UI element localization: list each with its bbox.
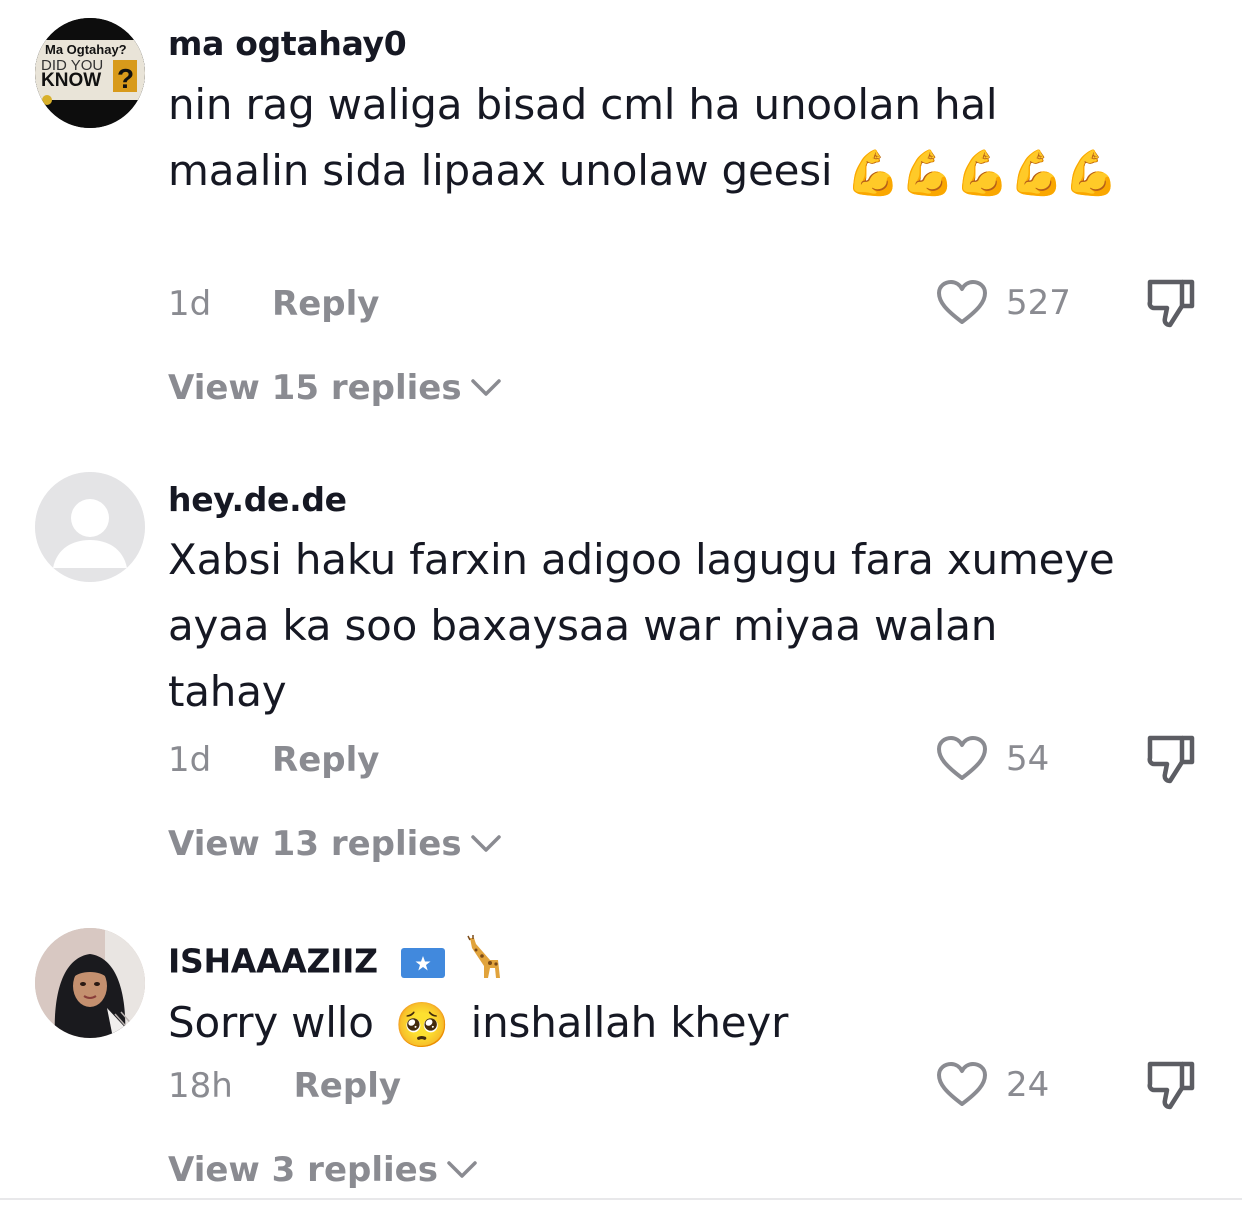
comment-meta: 18h Reply xyxy=(168,1066,401,1106)
like-button[interactable]: 24 xyxy=(936,1060,1049,1110)
username-text: ISHAAAZIIZ xyxy=(168,941,378,981)
dislike-button[interactable] xyxy=(1144,276,1198,330)
comment-body-start: Sorry wllo xyxy=(168,998,374,1047)
avatar[interactable]: Ma Ogtahay? DID YOU KNOW ? xyxy=(35,18,145,128)
username[interactable]: ma ogtahay0 xyxy=(168,24,407,63)
timestamp: 18h xyxy=(168,1066,233,1106)
like-button[interactable]: 54 xyxy=(936,734,1049,784)
avatar[interactable] xyxy=(35,928,145,1038)
logo-line1: Ma Ogtahay? xyxy=(45,42,127,57)
like-count: 24 xyxy=(1006,1065,1050,1105)
view-replies-label: View 13 replies xyxy=(168,824,462,864)
reply-button[interactable]: Reply xyxy=(272,740,379,780)
somalia-flag-icon xyxy=(400,948,445,978)
reply-button[interactable]: Reply xyxy=(272,284,379,324)
like-count: 54 xyxy=(1006,739,1050,779)
thumbs-down-icon xyxy=(1147,1061,1195,1110)
heart-outline-icon xyxy=(937,280,987,324)
flexed-biceps-emoji: 💪💪💪💪💪 xyxy=(845,147,1119,199)
view-replies-button[interactable]: View 3 replies xyxy=(168,1150,478,1190)
chevron-down-icon xyxy=(447,1161,477,1178)
timestamp: 1d xyxy=(168,740,212,780)
dislike-button[interactable] xyxy=(1144,1058,1198,1112)
divider xyxy=(0,1198,1242,1200)
pleading-face-emoji: 🥺 xyxy=(394,999,450,1051)
comment-meta: 1d Reply xyxy=(168,740,379,780)
thumbs-down-icon xyxy=(1147,279,1195,328)
view-replies-label: View 3 replies xyxy=(168,1150,438,1190)
did-you-know-logo: Ma Ogtahay? DID YOU KNOW ? xyxy=(35,18,145,128)
view-replies-label: View 15 replies xyxy=(168,368,462,408)
view-replies-button[interactable]: View 13 replies xyxy=(168,824,502,864)
like-button[interactable]: 527 xyxy=(936,278,1071,328)
giraffe-emoji xyxy=(460,934,508,992)
heart-outline-icon xyxy=(937,736,987,780)
comment-text: nin rag waliga bisad cml ha unoolan hal … xyxy=(168,72,1128,207)
heart-outline-icon xyxy=(937,1062,987,1106)
comment-body-end: inshallah kheyr xyxy=(470,998,789,1047)
reply-button[interactable]: Reply xyxy=(294,1066,401,1106)
view-replies-button[interactable]: View 15 replies xyxy=(168,368,502,408)
thumbs-down-icon xyxy=(1147,735,1195,784)
logo-line3: KNOW xyxy=(41,70,101,91)
timestamp: 1d xyxy=(168,284,212,324)
comment-body: Xabsi haku farxin adigoo lagugu fara xum… xyxy=(168,535,1115,716)
chevron-down-icon xyxy=(470,835,501,852)
default-user-icon xyxy=(35,472,145,582)
avatar[interactable] xyxy=(35,472,145,582)
chevron-down-icon xyxy=(470,379,501,396)
logo-mark: ? xyxy=(117,63,134,94)
comment-text: Sorry wllo 🥺 inshallah kheyr xyxy=(168,990,1128,1059)
username[interactable]: hey.de.de xyxy=(168,480,347,519)
like-count: 527 xyxy=(1006,283,1071,323)
dislike-button[interactable] xyxy=(1144,732,1198,786)
comment-text: Xabsi haku farxin adigoo lagugu fara xum… xyxy=(168,527,1128,725)
user-photo xyxy=(35,928,145,1038)
comment-meta: 1d Reply xyxy=(168,284,379,324)
username[interactable]: ISHAAAZIIZ xyxy=(168,934,508,992)
